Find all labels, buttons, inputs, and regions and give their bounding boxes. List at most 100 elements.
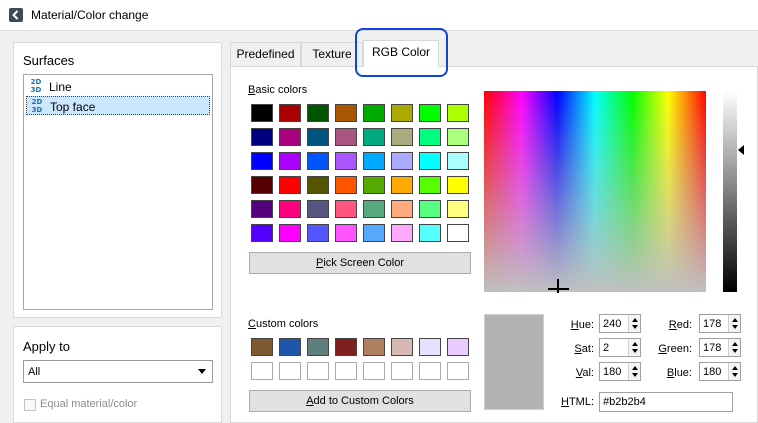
- basic-color-swatch[interactable]: [419, 104, 441, 122]
- basic-color-swatch[interactable]: [279, 152, 301, 170]
- spin-arrows[interactable]: [628, 363, 640, 380]
- custom-color-swatch[interactable]: [419, 338, 441, 356]
- basic-color-swatch[interactable]: [335, 152, 357, 170]
- basic-color-swatch[interactable]: [251, 152, 273, 170]
- hue-spinbox[interactable]: 240: [599, 314, 641, 333]
- basic-color-swatch[interactable]: [447, 224, 469, 242]
- custom-color-swatch[interactable]: [391, 338, 413, 356]
- custom-color-swatch[interactable]: [335, 338, 357, 356]
- spin-arrows[interactable]: [728, 339, 740, 356]
- spin-up-icon[interactable]: [732, 366, 738, 370]
- custom-color-swatch[interactable]: [363, 362, 385, 380]
- basic-color-swatch[interactable]: [447, 128, 469, 146]
- basic-color-swatch[interactable]: [251, 176, 273, 194]
- basic-color-swatch[interactable]: [307, 104, 329, 122]
- custom-color-swatch[interactable]: [307, 362, 329, 380]
- spin-arrows[interactable]: [728, 315, 740, 332]
- spin-up-icon[interactable]: [732, 342, 738, 346]
- red-spinbox[interactable]: 178: [699, 314, 741, 333]
- basic-color-swatch[interactable]: [335, 128, 357, 146]
- basic-color-swatch[interactable]: [279, 224, 301, 242]
- surface-item-line[interactable]: 2D 3D Line: [26, 77, 210, 96]
- custom-color-swatch[interactable]: [363, 338, 385, 356]
- spin-down-icon[interactable]: [632, 349, 638, 353]
- basic-color-swatch[interactable]: [335, 200, 357, 218]
- basic-color-swatch[interactable]: [363, 224, 385, 242]
- val-spinbox[interactable]: 180: [599, 362, 641, 381]
- basic-color-swatch[interactable]: [447, 200, 469, 218]
- basic-color-swatch[interactable]: [419, 152, 441, 170]
- basic-color-swatch[interactable]: [307, 176, 329, 194]
- spin-down-icon[interactable]: [732, 349, 738, 353]
- spin-arrows[interactable]: [628, 339, 640, 356]
- basic-color-swatch[interactable]: [419, 224, 441, 242]
- back-arrow-icon[interactable]: [9, 8, 23, 22]
- tab-texture[interactable]: Texture: [301, 42, 363, 66]
- basic-color-swatch[interactable]: [447, 152, 469, 170]
- color-spectrum[interactable]: [484, 91, 706, 292]
- custom-color-swatch[interactable]: [279, 338, 301, 356]
- spin-down-icon[interactable]: [632, 373, 638, 377]
- basic-color-swatch[interactable]: [447, 176, 469, 194]
- pick-screen-color-button[interactable]: Pick Screen Color: [249, 252, 471, 274]
- basic-color-swatch[interactable]: [251, 128, 273, 146]
- spin-arrows[interactable]: [728, 363, 740, 380]
- spin-up-icon[interactable]: [732, 318, 738, 322]
- blue-spinbox[interactable]: 180: [699, 362, 741, 381]
- tab-predefined[interactable]: Predefined: [230, 42, 301, 66]
- green-spinbox[interactable]: 178: [699, 338, 741, 357]
- custom-color-swatch[interactable]: [391, 362, 413, 380]
- basic-color-swatch[interactable]: [307, 200, 329, 218]
- basic-color-swatch[interactable]: [335, 176, 357, 194]
- basic-color-swatch[interactable]: [363, 104, 385, 122]
- basic-color-swatch[interactable]: [419, 176, 441, 194]
- add-to-custom-colors-button[interactable]: Add to Custom Colors: [249, 390, 471, 412]
- basic-color-swatch[interactable]: [335, 104, 357, 122]
- basic-color-swatch[interactable]: [419, 200, 441, 218]
- custom-color-swatch[interactable]: [251, 362, 273, 380]
- spin-up-icon[interactable]: [632, 342, 638, 346]
- surfaces-list[interactable]: 2D 3D Line 2D 3D Top face: [23, 74, 213, 310]
- tab-rgb-color[interactable]: RGB Color: [363, 40, 439, 67]
- basic-color-swatch[interactable]: [279, 104, 301, 122]
- spin-arrows[interactable]: [628, 315, 640, 332]
- basic-color-swatch[interactable]: [391, 176, 413, 194]
- basic-color-swatch[interactable]: [307, 224, 329, 242]
- luminance-handle-icon[interactable]: [738, 145, 744, 155]
- sat-spinbox[interactable]: 2: [599, 338, 641, 357]
- basic-color-swatch[interactable]: [307, 152, 329, 170]
- basic-color-swatch[interactable]: [335, 224, 357, 242]
- basic-color-swatch[interactable]: [251, 104, 273, 122]
- basic-color-swatch[interactable]: [391, 224, 413, 242]
- spin-up-icon[interactable]: [632, 366, 638, 370]
- basic-color-swatch[interactable]: [279, 128, 301, 146]
- spin-up-icon[interactable]: [632, 318, 638, 322]
- basic-color-swatch[interactable]: [447, 104, 469, 122]
- crosshair-icon[interactable]: [557, 279, 559, 293]
- surface-item-top-face[interactable]: 2D 3D Top face: [26, 96, 210, 115]
- basic-color-swatch[interactable]: [363, 176, 385, 194]
- spin-down-icon[interactable]: [632, 325, 638, 329]
- basic-color-swatch[interactable]: [391, 152, 413, 170]
- spin-down-icon[interactable]: [732, 373, 738, 377]
- basic-color-swatch[interactable]: [391, 128, 413, 146]
- spin-down-icon[interactable]: [732, 325, 738, 329]
- custom-color-swatch[interactable]: [335, 362, 357, 380]
- basic-color-swatch[interactable]: [391, 200, 413, 218]
- apply-to-select[interactable]: All: [23, 360, 213, 383]
- basic-color-swatch[interactable]: [307, 128, 329, 146]
- equal-material-checkbox[interactable]: [24, 399, 36, 411]
- custom-color-swatch[interactable]: [279, 362, 301, 380]
- basic-color-swatch[interactable]: [363, 200, 385, 218]
- basic-color-swatch[interactable]: [251, 200, 273, 218]
- luminance-slider[interactable]: [723, 91, 737, 292]
- basic-color-swatch[interactable]: [279, 200, 301, 218]
- basic-color-swatch[interactable]: [363, 128, 385, 146]
- custom-color-swatch[interactable]: [251, 338, 273, 356]
- basic-color-swatch[interactable]: [391, 104, 413, 122]
- custom-color-swatch[interactable]: [447, 362, 469, 380]
- basic-color-swatch[interactable]: [363, 152, 385, 170]
- custom-color-swatch[interactable]: [419, 362, 441, 380]
- html-color-input[interactable]: #b2b2b4: [599, 392, 733, 412]
- custom-color-swatch[interactable]: [307, 338, 329, 356]
